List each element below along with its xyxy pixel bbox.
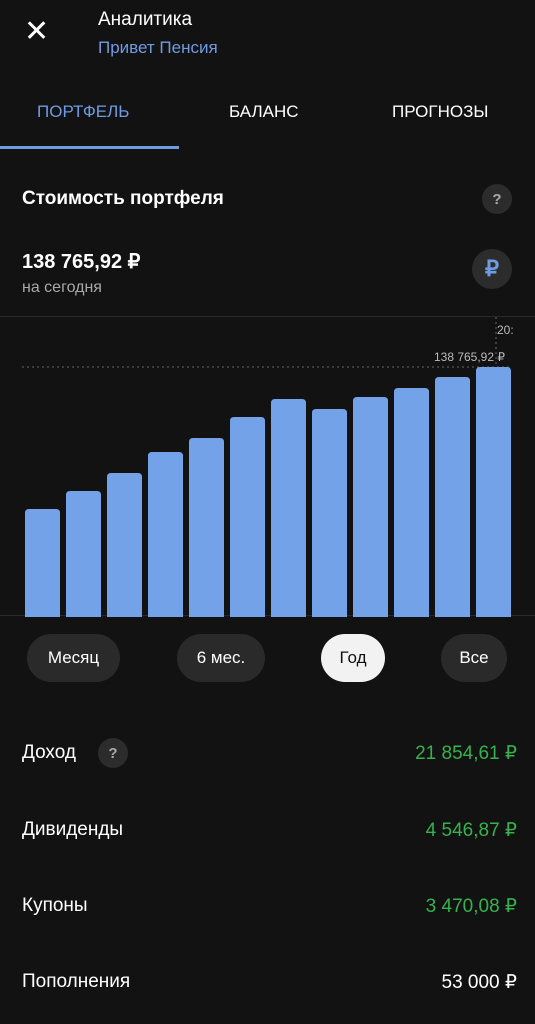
stat-label-deposits: Пополнения: [22, 971, 131, 992]
stat-value-coupons: 3 470,08 ₽: [425, 896, 517, 917]
value-caption: на сегодня: [22, 279, 102, 296]
bar[interactable]: [271, 399, 306, 617]
value-annotation: 138 765,92 ₽: [434, 350, 505, 364]
period-month[interactable]: Месяц: [27, 634, 120, 682]
stat-value-income: 21 854,61 ₽: [415, 743, 517, 764]
portfolio-name: Привет Пенсия: [98, 38, 218, 57]
help-button[interactable]: ?: [482, 184, 512, 214]
bar[interactable]: [66, 490, 101, 617]
section-title: Стоимость портфеля: [22, 188, 224, 209]
portfolio-chart[interactable]: 138 765,92 ₽ 20:: [0, 316, 535, 617]
income-help-button[interactable]: ?: [98, 738, 128, 768]
close-icon[interactable]: ✕: [24, 17, 49, 47]
tab-forecasts[interactable]: Прогнозы: [392, 102, 488, 122]
bar[interactable]: [189, 437, 224, 617]
tab-portfolio[interactable]: Портфель: [37, 102, 129, 122]
tab-balance[interactable]: Баланс: [229, 102, 299, 122]
bar[interactable]: [25, 508, 60, 617]
stat-label-dividends: Дивиденды: [22, 819, 124, 840]
bar[interactable]: [394, 387, 429, 617]
period-6-months[interactable]: 6 мес.: [177, 634, 265, 682]
bar[interactable]: [353, 397, 388, 617]
portfolio-value: 138 765,92 ₽: [22, 251, 141, 273]
page-title: Аналитика: [98, 9, 193, 30]
period-all[interactable]: Все: [441, 634, 507, 682]
stat-label-coupons: Купоны: [22, 895, 88, 916]
stat-label-income: Доход: [22, 742, 76, 763]
bar[interactable]: [312, 408, 347, 617]
bar-chart: 138 765,92 ₽ 20:: [22, 317, 514, 617]
bar[interactable]: [148, 451, 183, 617]
period-year[interactable]: Год: [321, 634, 385, 682]
bar[interactable]: [107, 472, 142, 617]
stat-value-deposits: 53 000 ₽: [441, 972, 517, 993]
bar[interactable]: [230, 417, 265, 617]
cursor-label: 20:: [497, 323, 514, 337]
currency-button[interactable]: ₽: [472, 249, 512, 289]
bar[interactable]: [476, 367, 511, 617]
stat-value-dividends: 4 546,87 ₽: [425, 820, 517, 841]
bar[interactable]: [435, 376, 470, 617]
active-tab-indicator: [0, 146, 179, 149]
